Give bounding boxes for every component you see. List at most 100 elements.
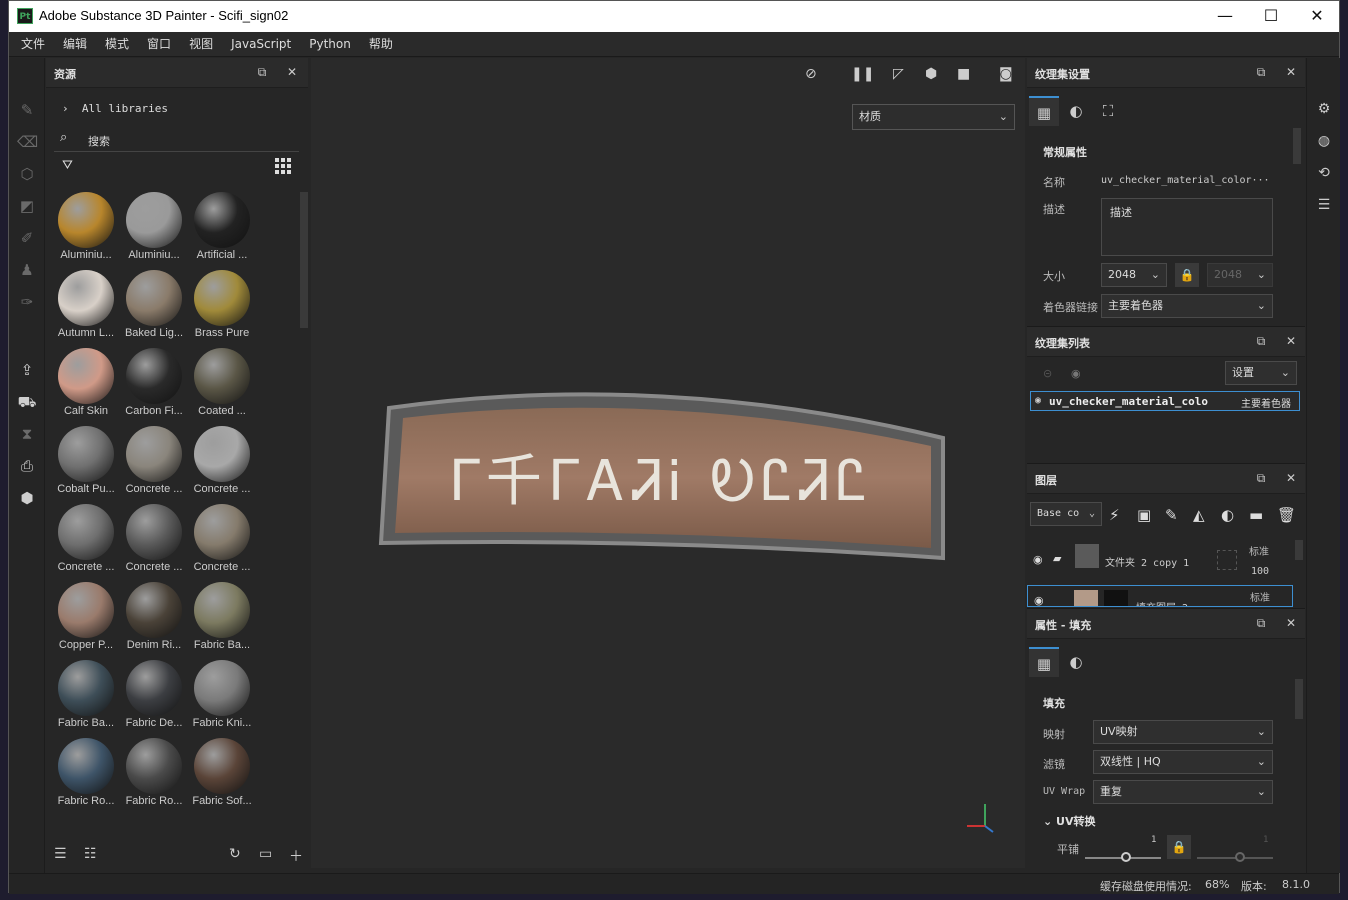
layer-row-2[interactable]: ◉ 填充图层 2 标准: [1027, 585, 1293, 607]
view-mode-icon[interactable]: ◸: [893, 66, 904, 82]
close-icon[interactable]: ✕: [1283, 64, 1299, 80]
hide-icon[interactable]: ⊘: [805, 66, 817, 82]
lock-icon[interactable]: 🔒: [1175, 263, 1199, 287]
asset-thumbnail[interactable]: Baked Lig...: [121, 266, 187, 344]
folder-icon[interactable]: ▭: [259, 846, 272, 862]
screenshot-icon[interactable]: ⎙: [17, 456, 37, 476]
cube-view-icon[interactable]: ⬢: [925, 66, 937, 82]
menu-python[interactable]: Python: [300, 32, 360, 57]
smudge-icon[interactable]: ✐: [17, 228, 37, 248]
tab-shader-icon[interactable]: ◐: [1061, 96, 1091, 126]
mask-icon[interactable]: ▣: [1137, 506, 1151, 524]
menu-window[interactable]: 窗口: [138, 32, 180, 57]
lock-icon[interactable]: 🔒: [1167, 835, 1191, 859]
menu-view[interactable]: 视图: [180, 32, 222, 57]
paint-brush-icon[interactable]: ✎: [17, 100, 37, 120]
polygon-fill-icon[interactable]: ◩: [17, 196, 37, 216]
pause-icon[interactable]: ❚❚: [851, 66, 874, 82]
menu-file[interactable]: 文件: [12, 32, 54, 57]
texture-list-settings-select[interactable]: 设置 ⌄: [1225, 361, 1297, 385]
float-icon[interactable]: ⧉: [1253, 615, 1269, 631]
refresh-icon[interactable]: ↻: [229, 846, 241, 862]
maximize-button[interactable]: ☐: [1248, 1, 1294, 32]
asset-thumbnail[interactable]: Brass Pure: [189, 266, 255, 344]
filter-select[interactable]: 双线性 | HQ ⌄: [1093, 750, 1273, 774]
add-icon[interactable]: ＋: [289, 846, 303, 866]
close-button[interactable]: ✕: [1294, 1, 1340, 32]
channel-select[interactable]: Base co ⌄: [1030, 502, 1102, 526]
magic-wand-icon[interactable]: ⚡: [1109, 506, 1120, 524]
float-icon[interactable]: ⧉: [1253, 64, 1269, 80]
screenshot-camera-icon[interactable]: ◙: [999, 66, 1013, 82]
eraser-icon[interactable]: ⌫: [17, 132, 38, 152]
settings-gear-icon[interactable]: ⚙: [1315, 100, 1333, 118]
tab-material-icon[interactable]: ◐: [1061, 647, 1091, 677]
asset-thumbnail[interactable]: Coated ...: [189, 344, 255, 422]
camera-icon[interactable]: ■: [957, 66, 970, 82]
menu-edit[interactable]: 编辑: [54, 32, 96, 57]
delete-icon[interactable]: 🗑: [1277, 506, 1296, 524]
effect-icon[interactable]: ◐: [1221, 506, 1234, 524]
asset-thumbnail[interactable]: Artificial ...: [189, 188, 255, 266]
uv-transform-heading[interactable]: ⌄ UV转换: [1043, 813, 1096, 829]
close-icon[interactable]: ✕: [284, 64, 300, 80]
asset-thumbnail[interactable]: Cobalt Pu...: [53, 422, 119, 500]
asset-thumbnail[interactable]: Calf Skin: [53, 344, 119, 422]
float-icon[interactable]: ⧉: [1253, 333, 1269, 349]
close-icon[interactable]: ✕: [1283, 333, 1299, 349]
folder-add-icon[interactable]: ▬: [1249, 506, 1263, 524]
description-field[interactable]: 描述: [1101, 198, 1273, 256]
assets-scrollbar[interactable]: [300, 192, 308, 328]
asset-thumbnail[interactable]: Fabric De...: [121, 656, 187, 734]
environment-icon[interactable]: ◍: [1315, 132, 1333, 150]
properties-scrollbar[interactable]: [1295, 679, 1303, 719]
fill-layer-icon[interactable]: ◭: [1193, 506, 1205, 524]
minimize-button[interactable]: —: [1202, 1, 1248, 32]
layers-scrollbar[interactable]: [1295, 540, 1303, 560]
asset-thumbnail[interactable]: Fabric Ro...: [121, 734, 187, 812]
log-icon[interactable]: ☰: [1315, 196, 1333, 214]
layer-row-1[interactable]: ◉ ▰ 文件夹 2 copy 1 标准 100: [1027, 540, 1293, 586]
close-icon[interactable]: ✕: [1283, 615, 1299, 631]
asset-thumbnail[interactable]: Fabric Kni...: [189, 656, 255, 734]
tab-settings-icon[interactable]: ▦: [1029, 96, 1059, 126]
layer-opacity[interactable]: 100: [1251, 566, 1269, 577]
menu-mode[interactable]: 模式: [96, 32, 138, 57]
hourglass-icon[interactable]: ⧗: [17, 424, 37, 444]
asset-thumbnail[interactable]: Concrete ...: [189, 422, 255, 500]
asset-thumbnail[interactable]: Carbon Fi...: [121, 344, 187, 422]
menu-help[interactable]: 帮助: [360, 32, 402, 57]
shader-select[interactable]: 主要着色器 ⌄: [1101, 294, 1273, 318]
asset-thumbnail[interactable]: Autumn L...: [53, 266, 119, 344]
layer-visibility-icon[interactable]: ◉: [1033, 553, 1043, 566]
float-icon[interactable]: ⧉: [254, 64, 270, 80]
asset-thumbnail[interactable]: Fabric Ro...: [53, 734, 119, 812]
filter-icon[interactable]: ⛛: [62, 158, 73, 173]
color-picker-icon[interactable]: ✑: [17, 292, 37, 312]
clone-stamp-icon[interactable]: ♟: [17, 260, 37, 280]
size-select[interactable]: 2048 ⌄: [1101, 263, 1167, 287]
sort-icon[interactable]: ☷: [84, 846, 97, 862]
bake-icon[interactable]: ⛟: [17, 392, 37, 412]
menu-javascript[interactable]: JavaScript: [222, 32, 300, 57]
history-icon[interactable]: ⟲: [1315, 164, 1333, 182]
export-icon[interactable]: ⇪: [17, 360, 37, 380]
3d-viewport[interactable]: ⊘ ❚❚ ◸ ⬢ ■ ◙ 材质 ⌄ ᒥ千ГᎪᏘᎥ ᎧᏝᏘᏝ: [311, 58, 1025, 868]
list-view-icon[interactable]: ☰: [54, 846, 67, 862]
paint-layer-icon[interactable]: ✎: [1165, 506, 1178, 524]
layer-visibility-icon[interactable]: ◉: [1034, 594, 1044, 606]
mask-slot[interactable]: [1217, 550, 1237, 570]
cube-icon[interactable]: ⬢: [17, 488, 37, 508]
asset-thumbnail[interactable]: Fabric Sof...: [189, 734, 255, 812]
eye-icon[interactable]: ◉: [1071, 367, 1081, 380]
layer-blend-mode[interactable]: 标准: [1249, 543, 1269, 558]
asset-thumbnail[interactable]: Aluminiu...: [53, 188, 119, 266]
uv-wrap-select[interactable]: 重复 ⌄: [1093, 780, 1273, 804]
layer-blend-mode[interactable]: 标准: [1250, 589, 1270, 604]
mapping-select[interactable]: UV映射 ⌄: [1093, 720, 1273, 744]
material-mode-select[interactable]: 材质 ⌄: [852, 104, 1015, 130]
asset-thumbnail[interactable]: Concrete ...: [53, 500, 119, 578]
library-path[interactable]: › All libraries: [62, 102, 168, 115]
asset-thumbnail[interactable]: Fabric Ba...: [189, 578, 255, 656]
asset-thumbnail[interactable]: Concrete ...: [121, 500, 187, 578]
